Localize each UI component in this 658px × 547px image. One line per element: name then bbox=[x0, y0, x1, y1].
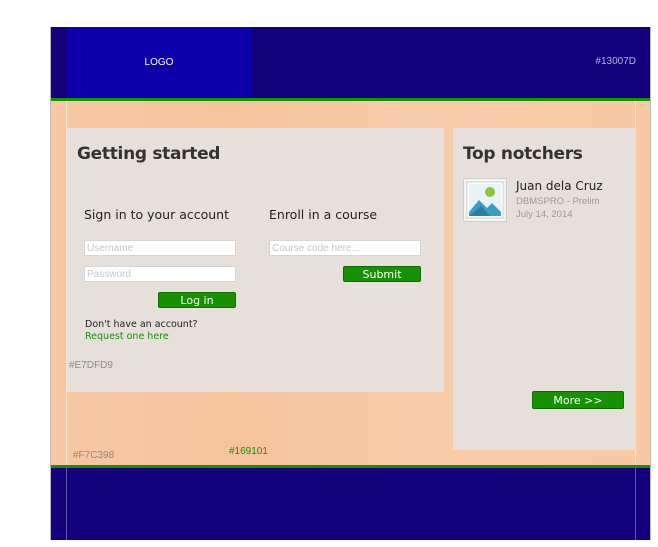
panel-color-label: #E7DFD9 bbox=[69, 360, 113, 371]
getting-started-panel: Getting started Sign in to your account … bbox=[67, 128, 444, 392]
course-code-input[interactable] bbox=[269, 240, 421, 256]
header-color-label: #13007D bbox=[595, 56, 636, 67]
content-area: Getting started Sign in to your account … bbox=[51, 101, 650, 465]
notcher-course: DBMSPRO - Prelim bbox=[516, 196, 600, 207]
guide-line-right bbox=[635, 468, 636, 540]
list-item[interactable]: Juan dela Cruz DBMSPRO - Prelim July 14,… bbox=[463, 178, 633, 224]
accent-color-label: #169101 bbox=[229, 446, 268, 457]
header: LOGO #13007D bbox=[51, 27, 650, 98]
request-account-link[interactable]: Request one here bbox=[85, 331, 169, 342]
notcher-date: July 14, 2014 bbox=[516, 209, 573, 220]
more-button[interactable]: More >> bbox=[532, 391, 624, 409]
notcher-name: Juan dela Cruz bbox=[516, 179, 603, 193]
guide-line-left bbox=[66, 468, 67, 540]
login-button[interactable]: Log in bbox=[158, 292, 236, 308]
no-account-text: Don't have an account? bbox=[85, 319, 198, 330]
enroll-title: Enroll in a course bbox=[269, 207, 378, 222]
password-input[interactable] bbox=[84, 266, 236, 282]
panel-title: Getting started bbox=[77, 144, 221, 164]
footer bbox=[51, 468, 650, 540]
content-color-label: #F7C398 bbox=[73, 450, 115, 461]
username-input[interactable] bbox=[84, 240, 236, 256]
signin-title: Sign in to your account bbox=[84, 207, 230, 222]
logo[interactable]: LOGO bbox=[67, 27, 251, 98]
page-frame: LOGO #13007D Getting started Sign in to … bbox=[50, 27, 651, 540]
top-notchers-panel: Top notchers Juan dela Cruz DBMSPRO - Pr… bbox=[453, 128, 636, 450]
image-placeholder-icon bbox=[463, 178, 507, 222]
submit-button[interactable]: Submit bbox=[343, 266, 421, 282]
panel-title: Top notchers bbox=[463, 144, 583, 164]
